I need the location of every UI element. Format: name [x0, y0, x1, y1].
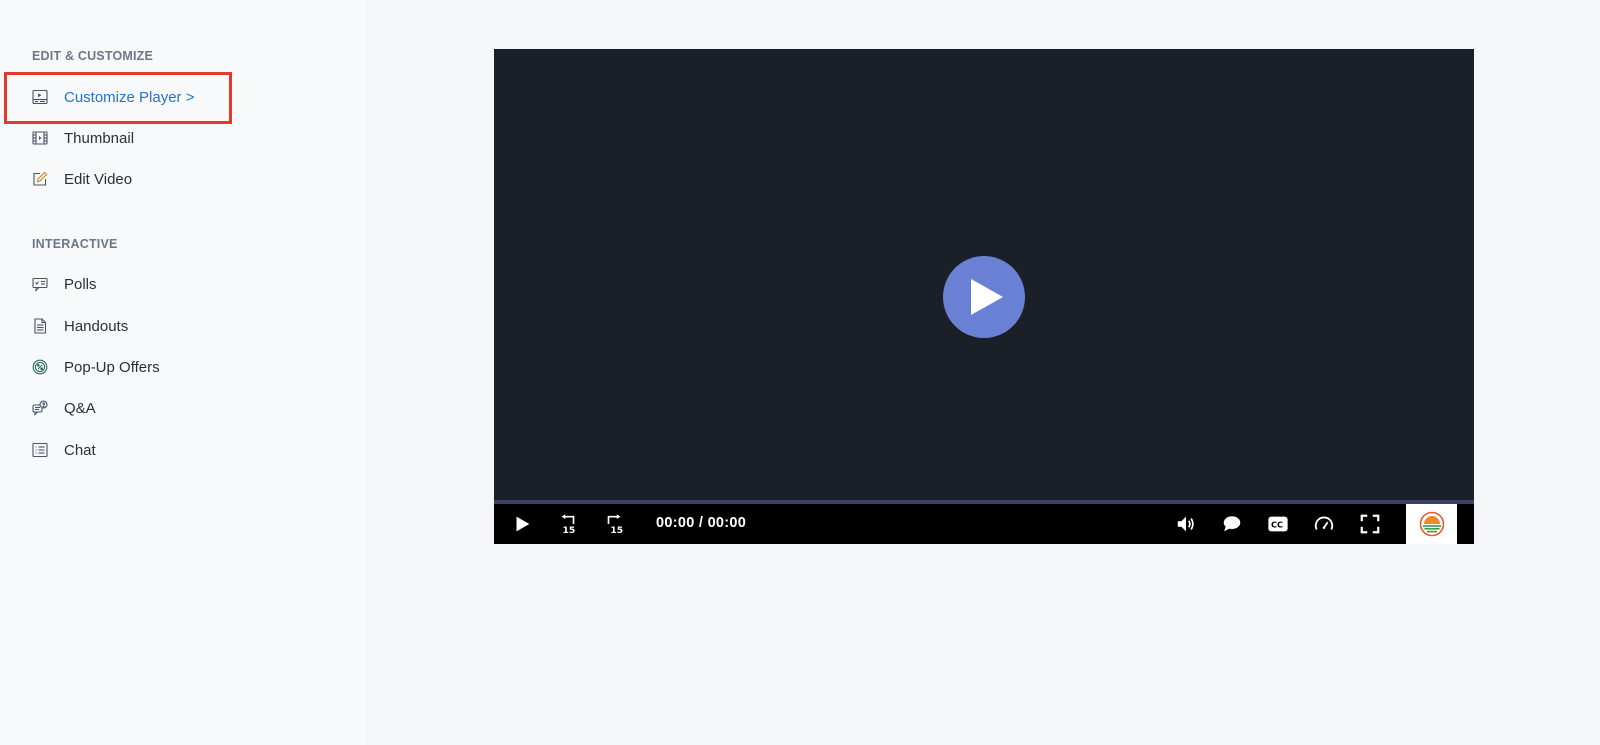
fullscreen-icon — [1360, 514, 1380, 534]
sidebar: EDIT & CUSTOMIZE Customize Player > Thum… — [0, 0, 365, 745]
poll-icon — [32, 276, 48, 292]
sidebar-item-chat[interactable]: Chat — [32, 438, 96, 462]
sidebar-item-label: Edit Video — [64, 170, 133, 188]
sidebar-item-edit-video[interactable]: Edit Video — [32, 167, 132, 191]
sidebar-item-label: Chat — [64, 441, 96, 459]
sidebar-item-label: Handouts — [64, 317, 129, 335]
forward-15-button[interactable]: 15 — [602, 512, 626, 536]
section-title-interactive: INTERACTIVE — [32, 237, 118, 251]
sidebar-item-qa[interactable]: Q&A — [32, 396, 96, 420]
sidebar-item-label: Thumbnail — [64, 129, 135, 147]
sidebar-item-label: Pop-Up Offers — [64, 358, 160, 376]
speed-button[interactable] — [1312, 512, 1336, 536]
play-icon — [516, 516, 530, 532]
rewind-15-icon: 15 — [561, 514, 576, 535]
big-play-button[interactable] — [943, 256, 1025, 338]
rewind-15-button[interactable]: 15 — [556, 512, 580, 536]
control-bar: 15 15 00:00 / 00:00 CC — [494, 504, 1474, 544]
speed-icon — [1314, 516, 1334, 530]
video-area[interactable] — [494, 49, 1474, 500]
document-icon — [32, 318, 48, 334]
question-chat-icon — [32, 400, 48, 416]
fullscreen-button[interactable] — [1358, 512, 1382, 536]
forward-15-icon: 15 — [607, 514, 623, 535]
volume-button[interactable] — [1174, 512, 1198, 536]
volume-icon — [1177, 516, 1194, 532]
sidebar-item-polls[interactable]: Polls — [32, 272, 97, 296]
customize-player-icon — [32, 89, 48, 105]
play-button[interactable] — [510, 512, 534, 536]
captions-button[interactable]: CC — [1266, 512, 1290, 536]
brand-logo[interactable] — [1406, 504, 1457, 544]
svg-text:15: 15 — [610, 525, 623, 535]
percent-offer-icon — [32, 359, 48, 375]
sidebar-item-handouts[interactable]: Handouts — [32, 314, 128, 338]
sunrise-logo-icon — [1419, 511, 1444, 537]
film-icon — [32, 130, 48, 146]
svg-text:CC: CC — [1271, 520, 1283, 530]
edit-pencil-icon — [32, 171, 48, 187]
comments-button[interactable] — [1220, 512, 1244, 536]
sidebar-item-customize-player[interactable]: Customize Player > — [32, 85, 194, 109]
time-display: 00:00 / 00:00 — [656, 515, 747, 531]
section-title-edit-customize: EDIT & CUSTOMIZE — [32, 49, 154, 63]
sidebar-item-label: Polls — [64, 275, 97, 293]
svg-text:15: 15 — [563, 525, 576, 535]
sidebar-item-label: Customize Player > — [64, 88, 195, 106]
sidebar-item-label: Q&A — [64, 399, 96, 417]
sidebar-item-pop-up-offers[interactable]: Pop-Up Offers — [32, 355, 160, 379]
sidebar-item-thumbnail[interactable]: Thumbnail — [32, 126, 134, 150]
chat-list-icon — [32, 442, 48, 458]
comment-icon — [1223, 516, 1241, 532]
video-player: 15 15 00:00 / 00:00 CC — [494, 49, 1474, 544]
play-icon — [971, 279, 1003, 315]
cc-icon: CC — [1268, 516, 1288, 532]
